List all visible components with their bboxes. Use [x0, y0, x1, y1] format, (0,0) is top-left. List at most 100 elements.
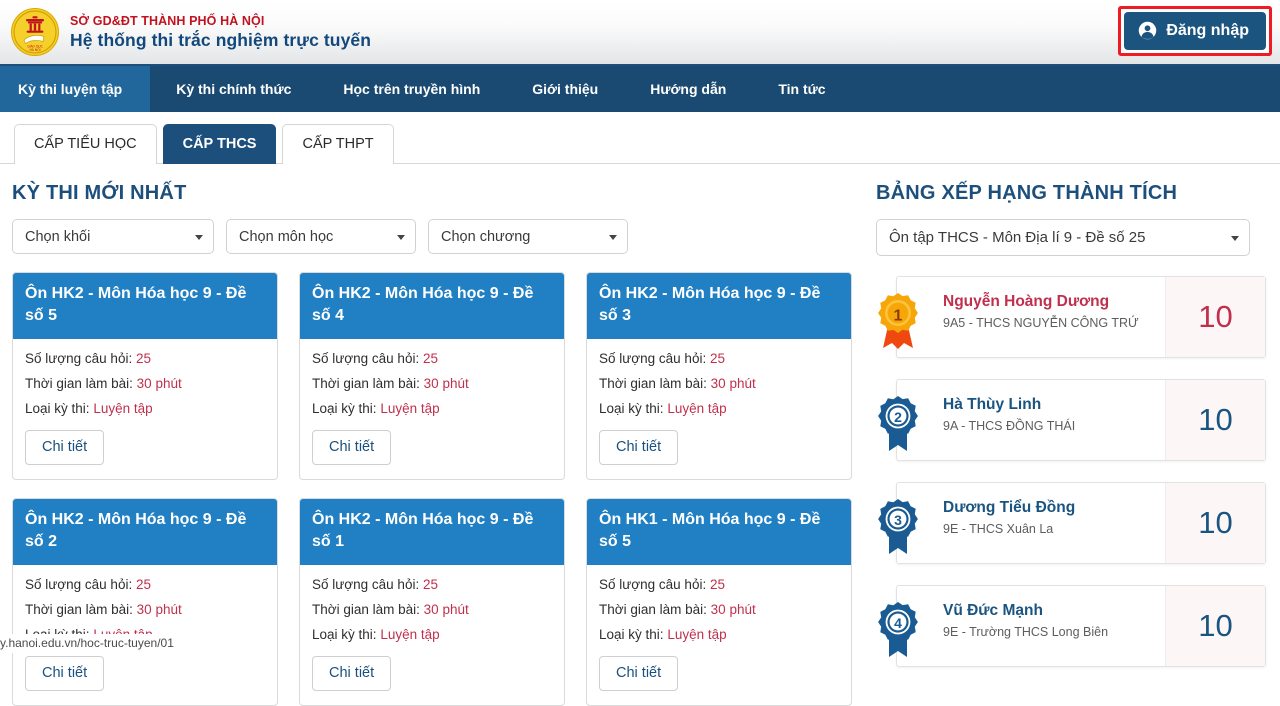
exam-type-value: Luyện tập [380, 627, 440, 642]
chevron-down-icon [609, 234, 617, 240]
exam-card[interactable]: Ôn HK2 - Môn Hóa học 9 - Đề số 5 Số lượn… [12, 272, 278, 480]
nav-item-label: Kỳ thi luyện tập [18, 81, 123, 97]
exam-duration-label: Thời gian làm bài: [25, 602, 133, 617]
exam-duration-line: Thời gian làm bài: 30 phút [312, 376, 552, 391]
exam-questions-label: Số lượng câu hỏi: [599, 351, 707, 366]
nav-item-label: Tin tức [778, 81, 826, 97]
exam-detail-button[interactable]: Chi tiết [25, 656, 105, 691]
exam-type-label: Loại kỳ thi: [25, 401, 90, 416]
tab-cap-thpt[interactable]: CẤP THPT [282, 124, 394, 164]
medal-rank-3-icon: 3 [871, 496, 925, 558]
tab-cap-thcs[interactable]: CẤP THCS [162, 124, 277, 164]
leaderboard-column: BẢNG XẾP HẠNG THÀNH TÍCH Ôn tập THCS - M… [866, 174, 1280, 706]
exam-type-label: Loại kỳ thi: [312, 627, 377, 642]
exam-detail-button[interactable]: Chi tiết [312, 656, 392, 691]
medal-rank-1-icon: 1 [871, 290, 925, 352]
medal-rank-2-icon: 2 [871, 393, 925, 455]
exam-duration-value: 30 phút [710, 602, 756, 617]
exam-card-title: Ôn HK1 - Môn Hóa học 9 - Đề số 5 [587, 499, 851, 565]
exam-duration-label: Thời gian làm bài: [312, 376, 420, 391]
leaderboard-row[interactable]: 2 Hà Thùy Linh 9A - THCS ĐỒNG THÁI 10 [878, 379, 1266, 461]
tab-label: CẤP THPT [302, 136, 374, 152]
exam-questions-line: Số lượng câu hỏi: 25 [25, 577, 265, 592]
leaderboard-row[interactable]: 3 Dương Tiểu Đồng 9E - THCS Xuân La 10 [878, 482, 1266, 564]
brand-text: SỞ GD&ĐT THÀNH PHỐ HÀ NỘI Hệ thống thi t… [70, 14, 371, 51]
exam-detail-button[interactable]: Chi tiết [599, 656, 679, 691]
chevron-down-icon [195, 234, 203, 240]
select-grade-value: Chọn khối [25, 228, 91, 245]
org-line: SỞ GD&ĐT THÀNH PHỐ HÀ NỘI [70, 13, 265, 28]
leaderboard-name: Hà Thùy Linh [943, 396, 1042, 413]
exam-card[interactable]: Ôn HK2 - Môn Hóa học 9 - Đề số 1 Số lượn… [299, 498, 565, 706]
exam-questions-value: 25 [135, 577, 151, 592]
login-button[interactable]: Đăng nhập [1124, 12, 1266, 50]
exam-duration-line: Thời gian làm bài: 30 phút [599, 376, 839, 391]
nav-item-tin-tuc[interactable]: Tin tức [752, 66, 851, 112]
leaderboard-score: 10 [1165, 483, 1265, 563]
select-grade[interactable]: Chọn khối [12, 219, 214, 254]
leaderboard-row-info: Vũ Đức Mạnh 9E - Trường THCS Long Biên [897, 586, 1165, 666]
exam-duration-line: Thời gian làm bài: 30 phút [25, 376, 265, 391]
select-leaderboard-exam[interactable]: Ôn tập THCS - Môn Địa lí 9 - Đề số 25 [876, 219, 1250, 256]
select-chapter[interactable]: Chọn chương [428, 219, 628, 254]
exam-questions-label: Số lượng câu hỏi: [312, 577, 420, 592]
leaderboard-row-info: Nguyễn Hoàng Dương 9A5 - THCS NGUYỄN CÔN… [897, 277, 1165, 357]
leaderboard-school: 9A - THCS ĐỒNG THÁI [943, 418, 1076, 433]
leaderboard-row[interactable]: 4 Vũ Đức Mạnh 9E - Trường THCS Long Biên… [878, 585, 1266, 667]
exam-duration-value: 30 phút [710, 376, 756, 391]
exam-card-body: Số lượng câu hỏi: 25 Thời gian làm bài: … [587, 339, 851, 479]
exam-detail-button[interactable]: Chi tiết [599, 430, 679, 465]
exam-questions-line: Số lượng câu hỏi: 25 [312, 351, 552, 366]
exam-questions-label: Số lượng câu hỏi: [25, 351, 133, 366]
tab-label: CẤP TIỂU HỌC [34, 136, 137, 152]
select-subject[interactable]: Chọn môn học [226, 219, 416, 254]
exam-duration-label: Thời gian làm bài: [599, 376, 707, 391]
exam-card[interactable]: Ôn HK1 - Môn Hóa học 9 - Đề số 5 Số lượn… [586, 498, 852, 706]
exam-card[interactable]: Ôn HK2 - Môn Hóa học 9 - Đề số 3 Số lượn… [586, 272, 852, 480]
exam-duration-value: 30 phút [423, 602, 469, 617]
exam-questions-line: Số lượng câu hỏi: 25 [312, 577, 552, 592]
page-title: Hệ thống thi trắc nghiệm trực tuyến [70, 30, 372, 51]
leaderboard-name: Dương Tiểu Đồng [943, 499, 1076, 516]
nav-item-label: Kỳ thi chính thức [176, 81, 292, 97]
exam-questions-line: Số lượng câu hỏi: 25 [599, 577, 839, 592]
exam-questions-line: Số lượng câu hỏi: 25 [25, 351, 265, 366]
exam-type-line: Loại kỳ thi: Luyện tập [599, 401, 839, 416]
leaderboard-row[interactable]: 1 Nguyễn Hoàng Dương 9A5 - THCS NGUYỄN C… [878, 276, 1266, 358]
exam-detail-button[interactable]: Chi tiết [25, 430, 105, 465]
exam-questions-line: Số lượng câu hỏi: 25 [599, 351, 839, 366]
exam-card-body: Số lượng câu hỏi: 25 Thời gian làm bài: … [300, 339, 564, 479]
exam-questions-value: 25 [422, 577, 438, 592]
nav-item-label: Giới thiệu [532, 81, 599, 97]
exam-type-label: Loại kỳ thi: [599, 401, 664, 416]
level-tabs: CẤP TIỂU HỌC CẤP THCS CẤP THPT [0, 112, 1280, 164]
exam-duration-line: Thời gian làm bài: 30 phút [312, 602, 552, 617]
nav-item-gioi-thieu[interactable]: Giới thiệu [506, 66, 624, 112]
nav-item-hoc-tren-truyen-hinh[interactable]: Học trên truyền hình [317, 66, 506, 112]
exam-questions-label: Số lượng câu hỏi: [599, 577, 707, 592]
exam-type-line: Loại kỳ thi: Luyện tập [312, 627, 552, 642]
exam-type-value: Luyện tập [667, 627, 727, 642]
leaderboard-name: Vũ Đức Mạnh [943, 602, 1043, 619]
nav-item-huong-dan[interactable]: Hướng dẫn [624, 66, 752, 112]
svg-text:1: 1 [894, 308, 903, 325]
exam-duration-line: Thời gian làm bài: 30 phút [25, 602, 265, 617]
exams-section-title: KỲ THI MỚI NHẤT [12, 182, 187, 204]
user-circle-icon [1138, 21, 1157, 40]
exam-card[interactable]: Ôn HK2 - Môn Hóa học 9 - Đề số 2 Số lượn… [12, 498, 278, 706]
exam-duration-label: Thời gian làm bài: [25, 376, 133, 391]
nav-item-ky-thi-luyen-tap[interactable]: Kỳ thi luyện tập [0, 66, 151, 112]
tab-cap-tieu-hoc[interactable]: CẤP TIỂU HỌC [14, 124, 157, 164]
hanoi-education-seal-icon: GIÁO DỤC HÀ NỘI [11, 8, 59, 56]
exam-questions-value: 25 [709, 577, 725, 592]
main-navigation: Kỳ thi luyện tập Kỳ thi chính thức Học t… [0, 66, 1280, 112]
exam-card[interactable]: Ôn HK2 - Môn Hóa học 9 - Đề số 4 Số lượn… [299, 272, 565, 480]
exam-duration-value: 30 phút [423, 376, 469, 391]
exam-questions-label: Số lượng câu hỏi: [25, 577, 133, 592]
exam-card-title: Ôn HK2 - Môn Hóa học 9 - Đề số 1 [300, 499, 564, 565]
browser-status-bar: y.hanoi.edu.vn/hoc-truc-tuyen/01 [0, 634, 181, 653]
exam-detail-button[interactable]: Chi tiết [312, 430, 392, 465]
exam-duration-value: 30 phút [136, 602, 182, 617]
nav-item-ky-thi-chinh-thuc[interactable]: Kỳ thi chính thức [150, 66, 317, 112]
leaderboard-list: 1 Nguyễn Hoàng Dương 9A5 - THCS NGUYỄN C… [874, 276, 1266, 667]
